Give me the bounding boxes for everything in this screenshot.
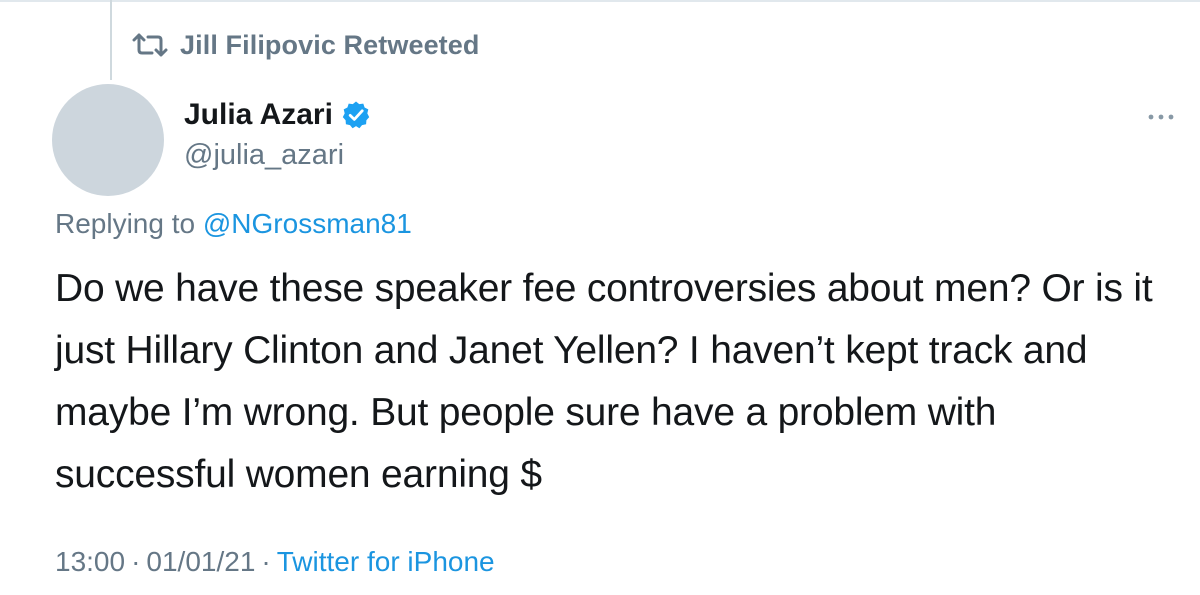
tweet-metadata: 13:00 · 01/01/21 · Twitter for iPhone: [55, 546, 495, 578]
thread-connector-line: [110, 0, 112, 80]
tweet-body: Do we have these speaker fee controversi…: [55, 267, 1153, 496]
author-name-row[interactable]: Julia Azari: [184, 98, 371, 132]
tweet-date[interactable]: 01/01/21: [146, 546, 255, 578]
avatar[interactable]: [52, 84, 164, 196]
top-divider: [0, 0, 1200, 2]
verified-badge-icon: [341, 100, 371, 130]
author-display-name[interactable]: Julia Azari: [184, 98, 333, 132]
replying-to: Replying to @NGrossman81: [55, 208, 412, 240]
author-handle[interactable]: @julia_azari: [184, 139, 344, 172]
retweet-label: Jill Filipovic Retweeted: [180, 29, 480, 60]
replying-to-prefix: Replying to: [55, 208, 203, 239]
more-options-icon[interactable]: [1146, 110, 1176, 124]
retweet-icon: [132, 32, 168, 58]
tweet-source-link[interactable]: Twitter for iPhone: [277, 546, 495, 578]
meta-separator: ·: [131, 546, 141, 577]
retweet-context[interactable]: Jill Filipovic Retweeted: [132, 26, 479, 64]
tweet-time[interactable]: 13:00: [55, 546, 125, 578]
reply-to-handle-link[interactable]: @NGrossman81: [203, 208, 412, 239]
meta-separator: ·: [261, 546, 271, 577]
